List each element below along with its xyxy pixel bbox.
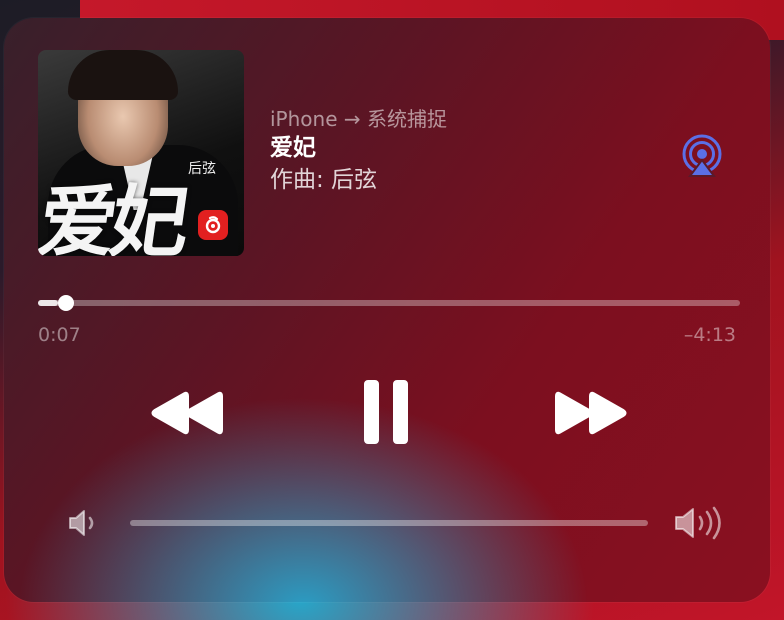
speaker-low-icon [68,508,102,538]
now-playing-panel: 后弦 爱妃 iPhone → 系统捕捉 爱妃 作曲: 后弦 0:07 –4:13 [4,18,770,602]
track-subtitle: 作曲: 后弦 [270,167,378,193]
playback-scrubber[interactable] [38,295,740,311]
volume-control [68,506,728,540]
speaker-high-icon [674,506,728,540]
scrubber-knob[interactable] [57,295,74,311]
pause-icon [364,380,408,444]
output-route-label: iPhone → 系统捕捉 [270,107,447,131]
remaining-time: –4:13 [683,324,736,346]
rewind-button[interactable] [148,390,226,436]
artwork-artist-text: 后弦 [188,161,216,177]
scrubber-track [38,300,740,306]
airplay-audio-icon[interactable] [680,134,724,178]
rewind-icon [151,391,223,435]
netease-music-icon [198,210,228,240]
elapsed-time: 0:07 [38,324,81,346]
volume-slider[interactable] [130,520,648,526]
track-info: iPhone → 系统捕捉 爱妃 作曲: 后弦 [270,106,447,196]
scrubber-elapsed-fill [38,300,58,306]
fast-forward-button[interactable] [552,390,630,436]
track-title: 爱妃 [270,135,316,161]
fast-forward-icon [555,391,627,435]
album-artwork: 后弦 爱妃 [38,50,244,256]
pause-button[interactable] [358,376,414,448]
artwork-title-text: 爱妃 [38,177,190,256]
